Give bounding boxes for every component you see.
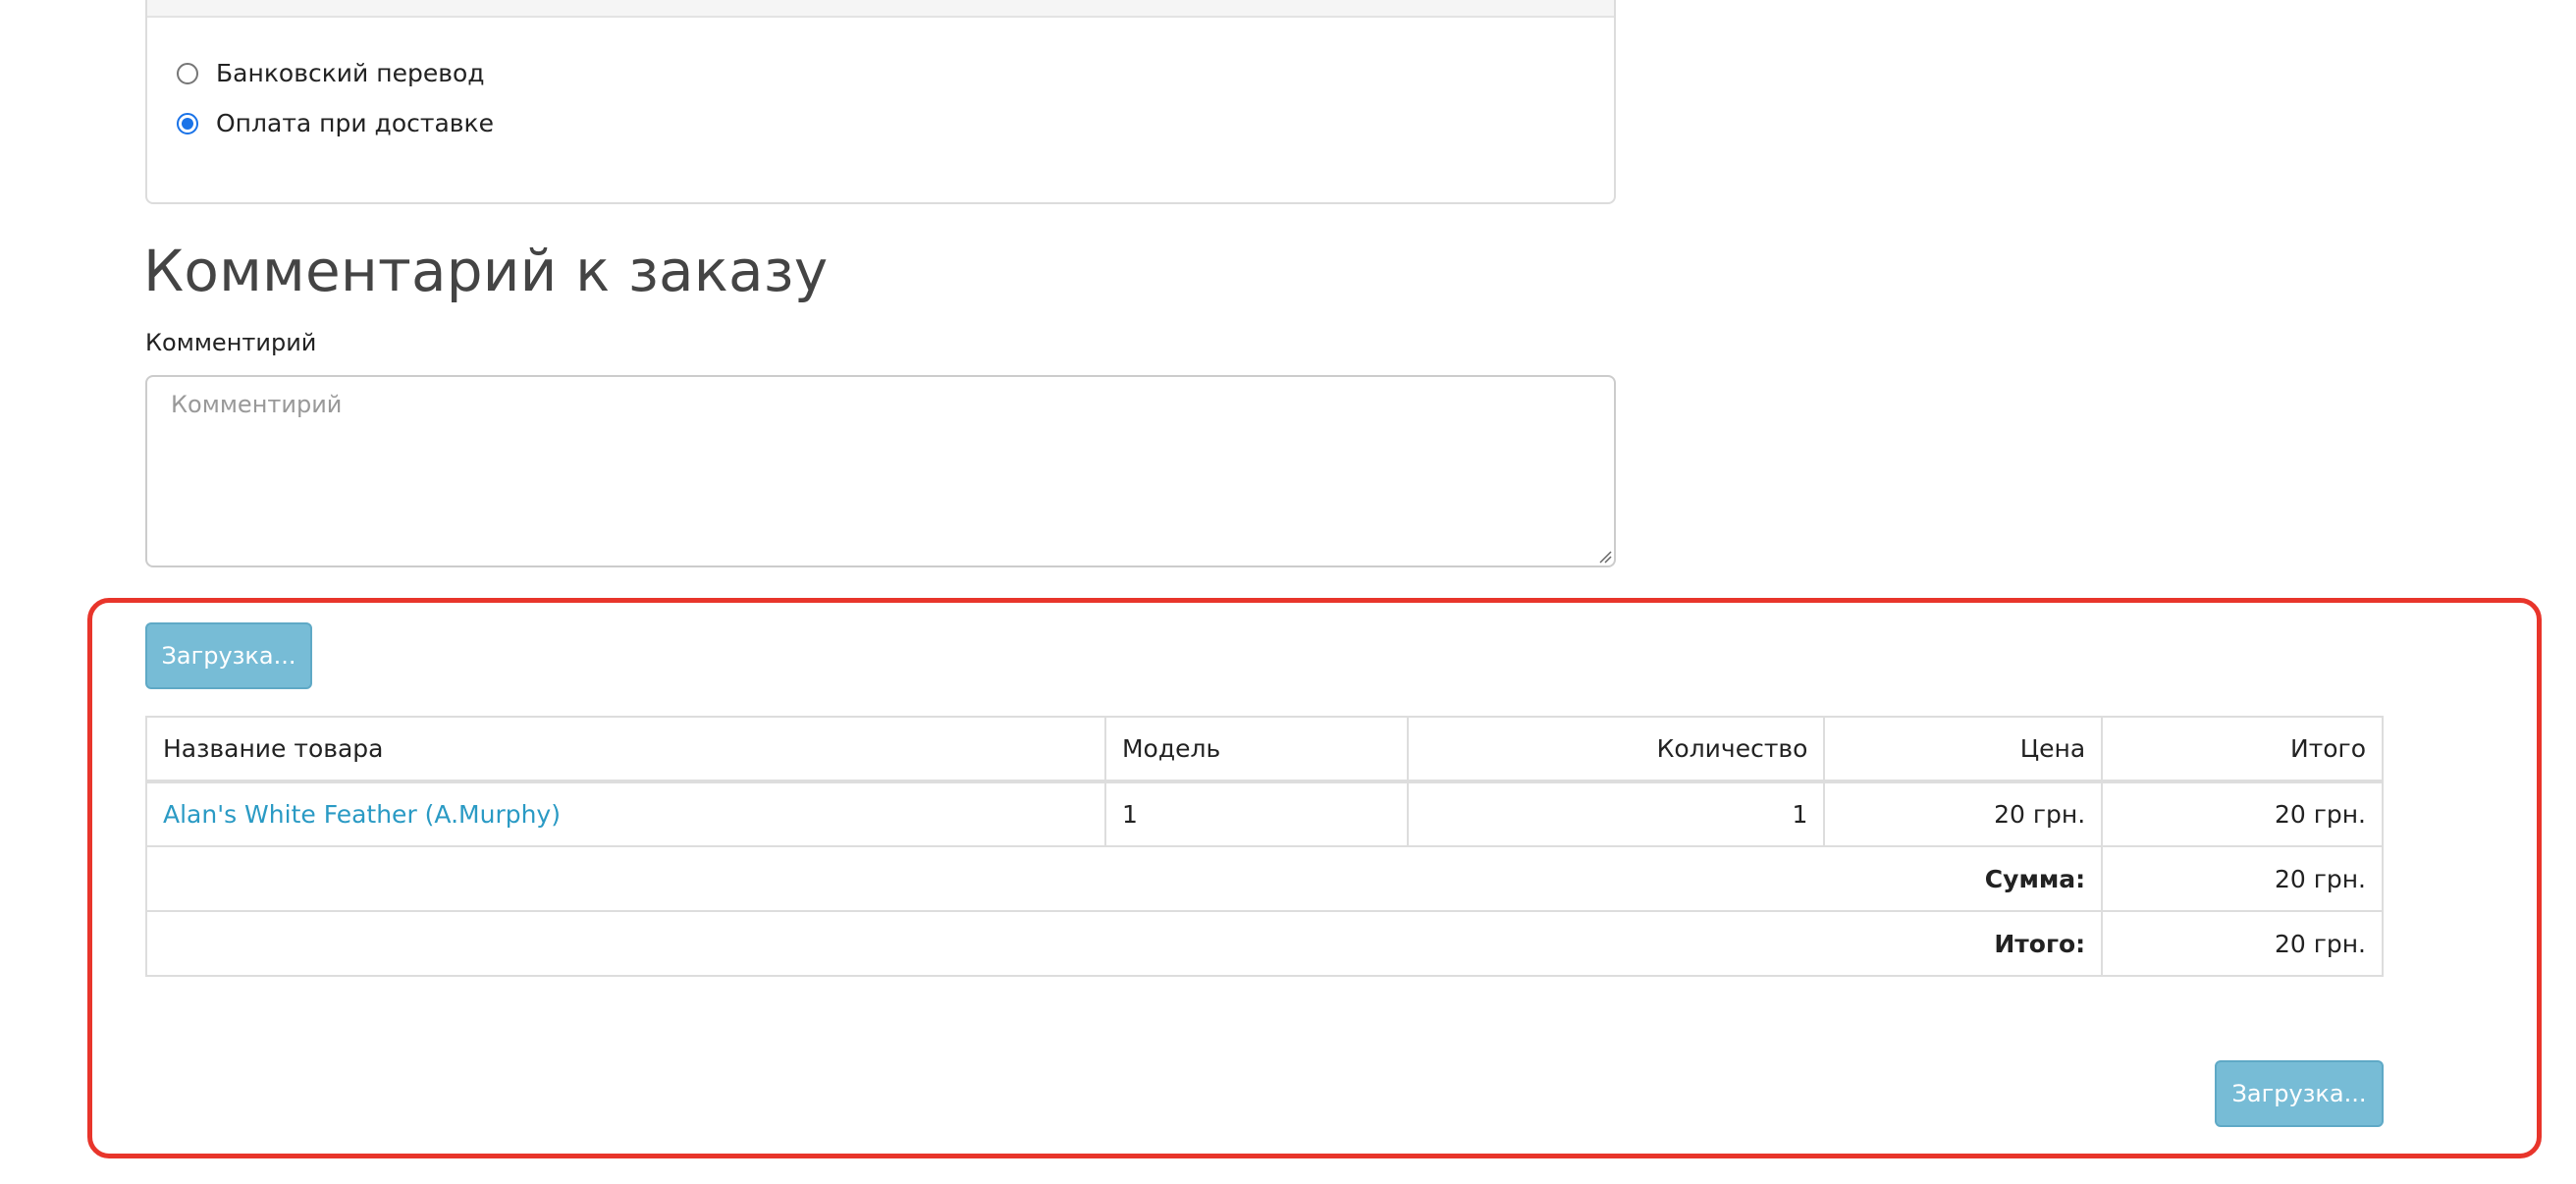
subtotal-label: Сумма:	[144, 845, 2104, 912]
header-total: Итого	[2101, 716, 2384, 783]
checkout-page: Банковский перевод Оплата при доставке К…	[0, 0, 2576, 1184]
order-summary-table: Название товара Модель Количество Цена И…	[144, 716, 2384, 977]
product-name-cell: Alan's White Feather (A.Murphy)	[145, 780, 1106, 847]
loading-button-bottom[interactable]: Загрузка...	[2215, 1060, 2384, 1127]
payment-option-label: Оплата при доставке	[216, 109, 494, 137]
payment-method-panel: Банковский перевод Оплата при доставке	[145, 0, 1616, 204]
payment-option-bank-transfer[interactable]: Банковский перевод	[177, 59, 485, 87]
comment-textarea[interactable]	[145, 375, 1616, 567]
resize-handle-icon[interactable]	[1598, 550, 1612, 564]
total-cell: 20 грн.	[2101, 780, 2384, 847]
comment-section-title: Комментарий к заказу	[143, 238, 829, 304]
radio-cash-on-delivery[interactable]	[177, 112, 198, 135]
grand-total-value: 20 грн.	[2101, 910, 2384, 977]
header-product-name: Название товара	[145, 716, 1106, 783]
header-price: Цена	[1823, 716, 2104, 783]
panel-header	[147, 0, 1614, 18]
model-cell: 1	[1103, 780, 1409, 847]
loading-button-top[interactable]: Загрузка...	[145, 622, 312, 689]
grand-total-row: Итого: 20 грн.	[144, 910, 2384, 977]
table-row: Alan's White Feather (A.Murphy) 1 1 20 г…	[145, 780, 2384, 847]
payment-option-cash-on-delivery[interactable]: Оплата при доставке	[177, 109, 494, 137]
product-link[interactable]: Alan's White Feather (A.Murphy)	[163, 800, 561, 829]
header-model: Модель	[1103, 716, 1409, 783]
payment-option-label: Банковский перевод	[216, 59, 485, 87]
table-header-row: Название товара Модель Количество Цена И…	[145, 716, 2384, 783]
comment-label: Комментирий	[145, 329, 317, 356]
subtotal-row: Сумма: 20 грн.	[144, 845, 2384, 912]
header-quantity: Количество	[1406, 716, 1826, 783]
price-cell: 20 грн.	[1823, 780, 2104, 847]
radio-bank-transfer[interactable]	[177, 62, 198, 84]
quantity-cell: 1	[1406, 780, 1826, 847]
grand-total-label: Итого:	[144, 910, 2104, 977]
subtotal-value: 20 грн.	[2101, 845, 2384, 912]
